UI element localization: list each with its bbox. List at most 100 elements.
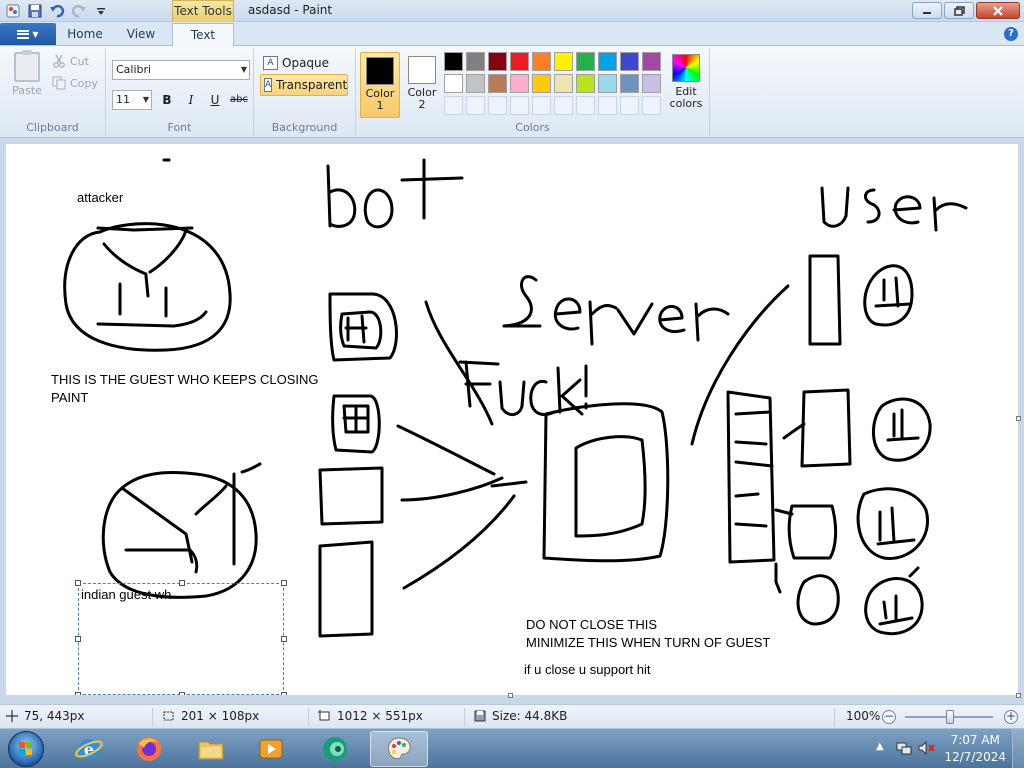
drawing-canvas[interactable]: attacker THIS IS THE GUEST WHO KEEPS CLO… <box>6 144 1018 695</box>
cut-button[interactable]: Cut <box>52 54 89 68</box>
palette-custom-slot[interactable] <box>444 96 463 115</box>
strikethrough-button[interactable]: abc <box>228 90 250 110</box>
palette-custom-slot[interactable] <box>532 96 551 115</box>
palette-custom-slot[interactable] <box>598 96 617 115</box>
taskbar-media-player[interactable] <box>244 731 298 767</box>
canvas-resize-handle-corner[interactable] <box>1016 693 1021 698</box>
resize-handle[interactable] <box>281 636 287 642</box>
palette-custom-slot[interactable] <box>488 96 507 115</box>
save-icon[interactable] <box>26 2 44 20</box>
palette-swatch[interactable] <box>598 74 617 93</box>
show-desktop-button[interactable] <box>1012 729 1024 768</box>
palette-custom-slot[interactable] <box>576 96 595 115</box>
zoom-level: 100% <box>846 709 880 723</box>
palette-swatch[interactable] <box>598 52 617 71</box>
resize-handle[interactable] <box>179 692 185 695</box>
palette-custom-slot[interactable] <box>620 96 639 115</box>
zoom-in-button[interactable]: + <box>1004 710 1018 724</box>
resize-handle[interactable] <box>75 636 81 642</box>
palette-swatch[interactable] <box>488 52 507 71</box>
resize-handle[interactable] <box>75 580 81 586</box>
minimize-button[interactable] <box>912 2 942 19</box>
taskbar-internet-explorer[interactable]: e <box>62 731 116 767</box>
window-controls <box>912 2 1020 19</box>
show-hidden-icons-arrow[interactable]: ▲ <box>876 741 884 752</box>
file-menu-button[interactable]: ▼ <box>0 23 56 45</box>
label-guest-note-1: THIS IS THE GUEST WHO KEEPS CLOSING <box>51 372 319 387</box>
opaque-button[interactable]: A Opaque <box>260 52 348 74</box>
start-button[interactable] <box>8 731 44 767</box>
palette-swatch[interactable] <box>620 74 639 93</box>
green-app-icon <box>323 737 347 761</box>
firefox-icon <box>137 737 161 761</box>
paint-app-icon[interactable] <box>4 2 22 20</box>
redo-icon[interactable] <box>70 2 88 20</box>
canvas-resize-handle-right[interactable] <box>1016 416 1021 421</box>
system-clock[interactable]: 7:07 AM 12/7/2024 <box>944 732 1006 766</box>
palette-swatch[interactable] <box>642 74 661 93</box>
label-attacker: attacker <box>77 190 124 205</box>
undo-icon[interactable] <box>48 2 66 20</box>
resize-handle[interactable] <box>179 580 185 586</box>
palette-swatch[interactable] <box>510 52 529 71</box>
tab-home[interactable]: Home <box>58 23 112 46</box>
palette-swatch[interactable] <box>554 52 573 71</box>
window-title: asdasd - Paint <box>248 3 333 17</box>
disk-icon <box>474 710 486 722</box>
palette-swatch[interactable] <box>488 74 507 93</box>
color2-label: Color 2 <box>407 86 437 111</box>
font-size-select[interactable]: 11 ▼ <box>112 90 152 110</box>
palette-swatch[interactable] <box>466 74 485 93</box>
palette-custom-slot[interactable] <box>466 96 485 115</box>
palette-swatch[interactable] <box>510 74 529 93</box>
palette-custom-slot[interactable] <box>642 96 661 115</box>
taskbar-file-explorer[interactable] <box>184 731 238 767</box>
palette-swatch[interactable] <box>532 52 551 71</box>
underline-button[interactable]: U <box>204 90 226 110</box>
palette-swatch[interactable] <box>576 52 595 71</box>
resize-handle[interactable] <box>281 580 287 586</box>
tab-view[interactable]: View <box>114 23 168 46</box>
ribbon: Paste Cut Copy Clipboard Calibri ▼ 11 ▼ … <box>0 46 1024 138</box>
font-family-select[interactable]: Calibri ▼ <box>112 60 250 80</box>
palette-swatch[interactable] <box>466 52 485 71</box>
palette-swatch[interactable] <box>642 52 661 71</box>
tab-text[interactable]: Text <box>172 23 234 46</box>
palette-swatch[interactable] <box>444 52 463 71</box>
font-size-value: 11 <box>116 93 130 106</box>
bold-button[interactable]: B <box>156 90 178 110</box>
italic-button[interactable]: I <box>180 90 202 110</box>
taskbar-paint[interactable] <box>370 731 428 767</box>
zoom-slider-thumb[interactable] <box>946 710 954 724</box>
palette-custom-slot[interactable] <box>510 96 529 115</box>
restore-button[interactable] <box>944 2 974 19</box>
transparent-button[interactable]: A Transparent <box>260 74 348 96</box>
text-input-box[interactable]: indian guest wh <box>75 580 287 695</box>
customize-toolbar-icon[interactable] <box>92 2 110 20</box>
palette-swatch[interactable] <box>444 74 463 93</box>
volume-muted-icon[interactable] <box>918 740 936 756</box>
canvas-resize-handle-bottom[interactable] <box>508 693 513 698</box>
menu-icon <box>17 29 30 39</box>
copy-button[interactable]: Copy <box>52 76 98 90</box>
palette-swatch[interactable] <box>620 52 639 71</box>
file-size: Size: 44.8KB <box>474 709 567 723</box>
zoom-out-button[interactable]: − <box>882 710 896 724</box>
paste-button[interactable]: Paste <box>8 50 46 104</box>
palette-swatch[interactable] <box>532 74 551 93</box>
color1-button[interactable]: Color 1 <box>360 52 400 118</box>
palette-swatch[interactable] <box>554 74 573 93</box>
resize-handle[interactable] <box>75 692 81 695</box>
color2-button[interactable]: Color 2 <box>402 52 442 118</box>
palette-custom-slot[interactable] <box>554 96 573 115</box>
edit-colors-button[interactable]: Edit colors <box>666 52 706 110</box>
help-icon[interactable]: ? <box>1004 27 1018 41</box>
windows-logo-icon <box>19 742 32 755</box>
taskbar-firefox[interactable] <box>122 731 176 767</box>
network-icon[interactable] <box>896 740 912 756</box>
palette-swatch[interactable] <box>576 74 595 93</box>
label-warning-2: MINIMIZE THIS WHEN TURN OF GUEST <box>526 635 771 650</box>
taskbar-app-green[interactable] <box>308 731 362 767</box>
close-button[interactable] <box>976 2 1020 19</box>
resize-handle[interactable] <box>281 692 287 695</box>
